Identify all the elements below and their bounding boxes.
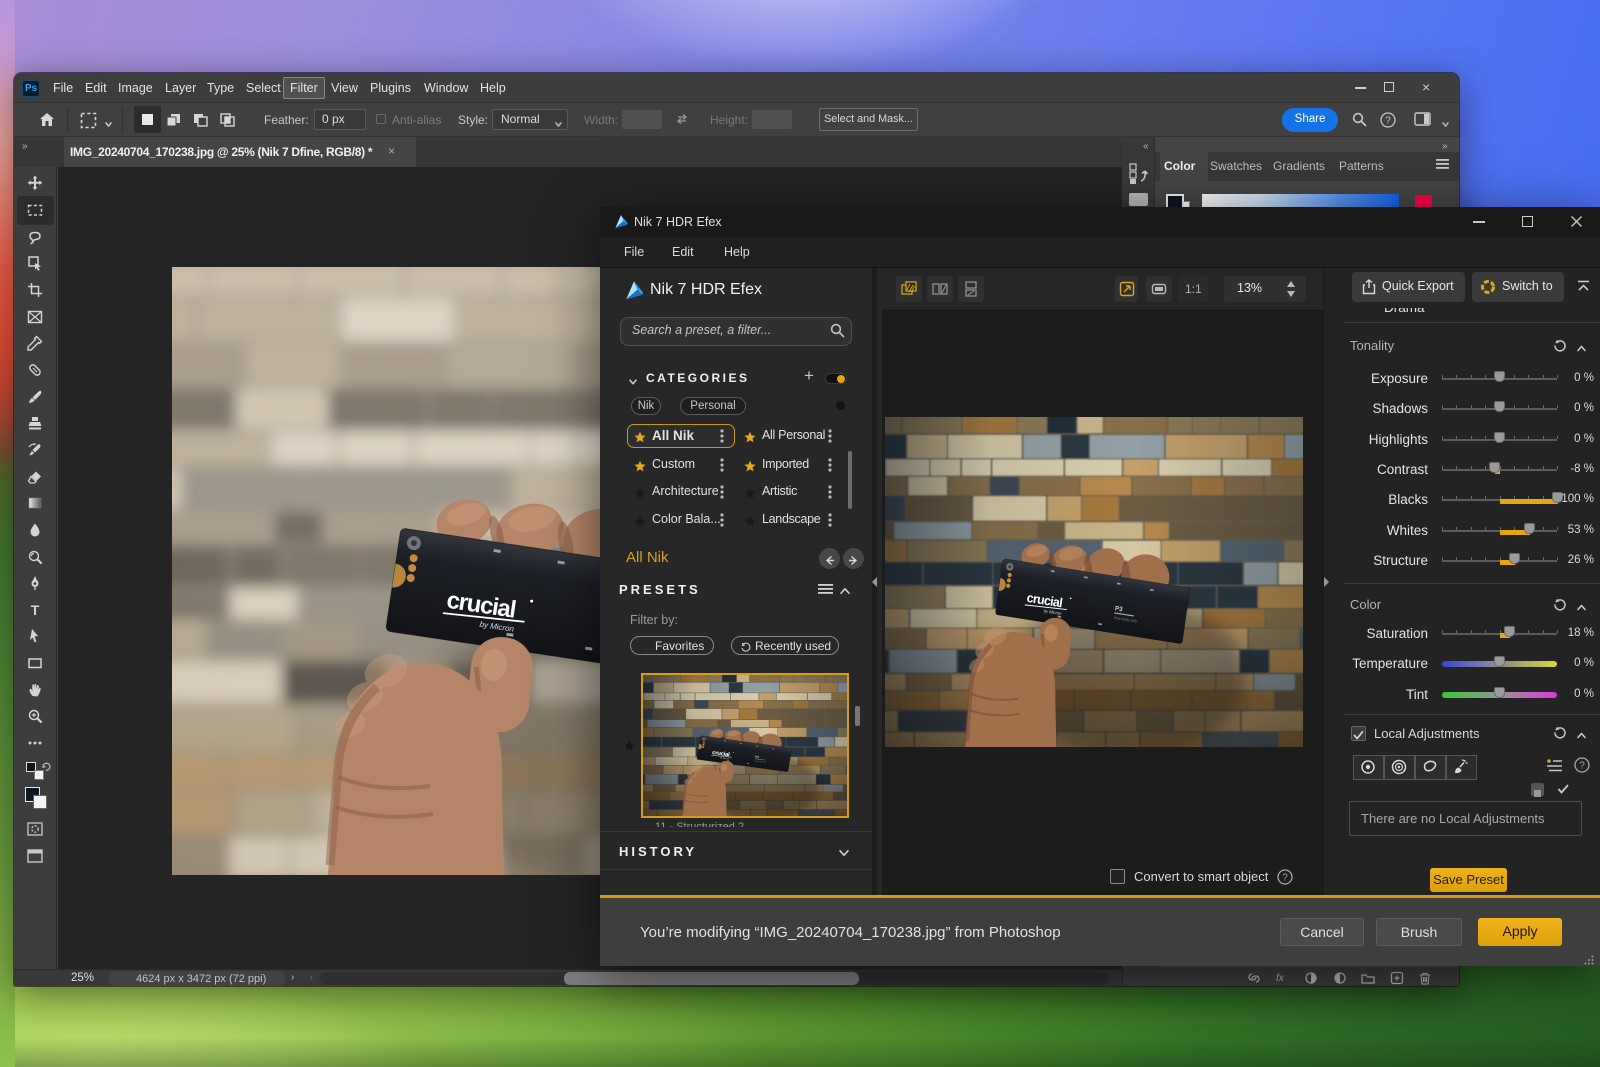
svg-text:T: T: [31, 602, 40, 618]
svg-text:?: ?: [1282, 873, 1288, 884]
svg-text:?: ?: [1385, 116, 1391, 127]
svg-text:fx: fx: [1276, 973, 1285, 984]
svg-text:?: ?: [1579, 761, 1585, 772]
svg-text:P3: P3: [1115, 605, 1124, 613]
